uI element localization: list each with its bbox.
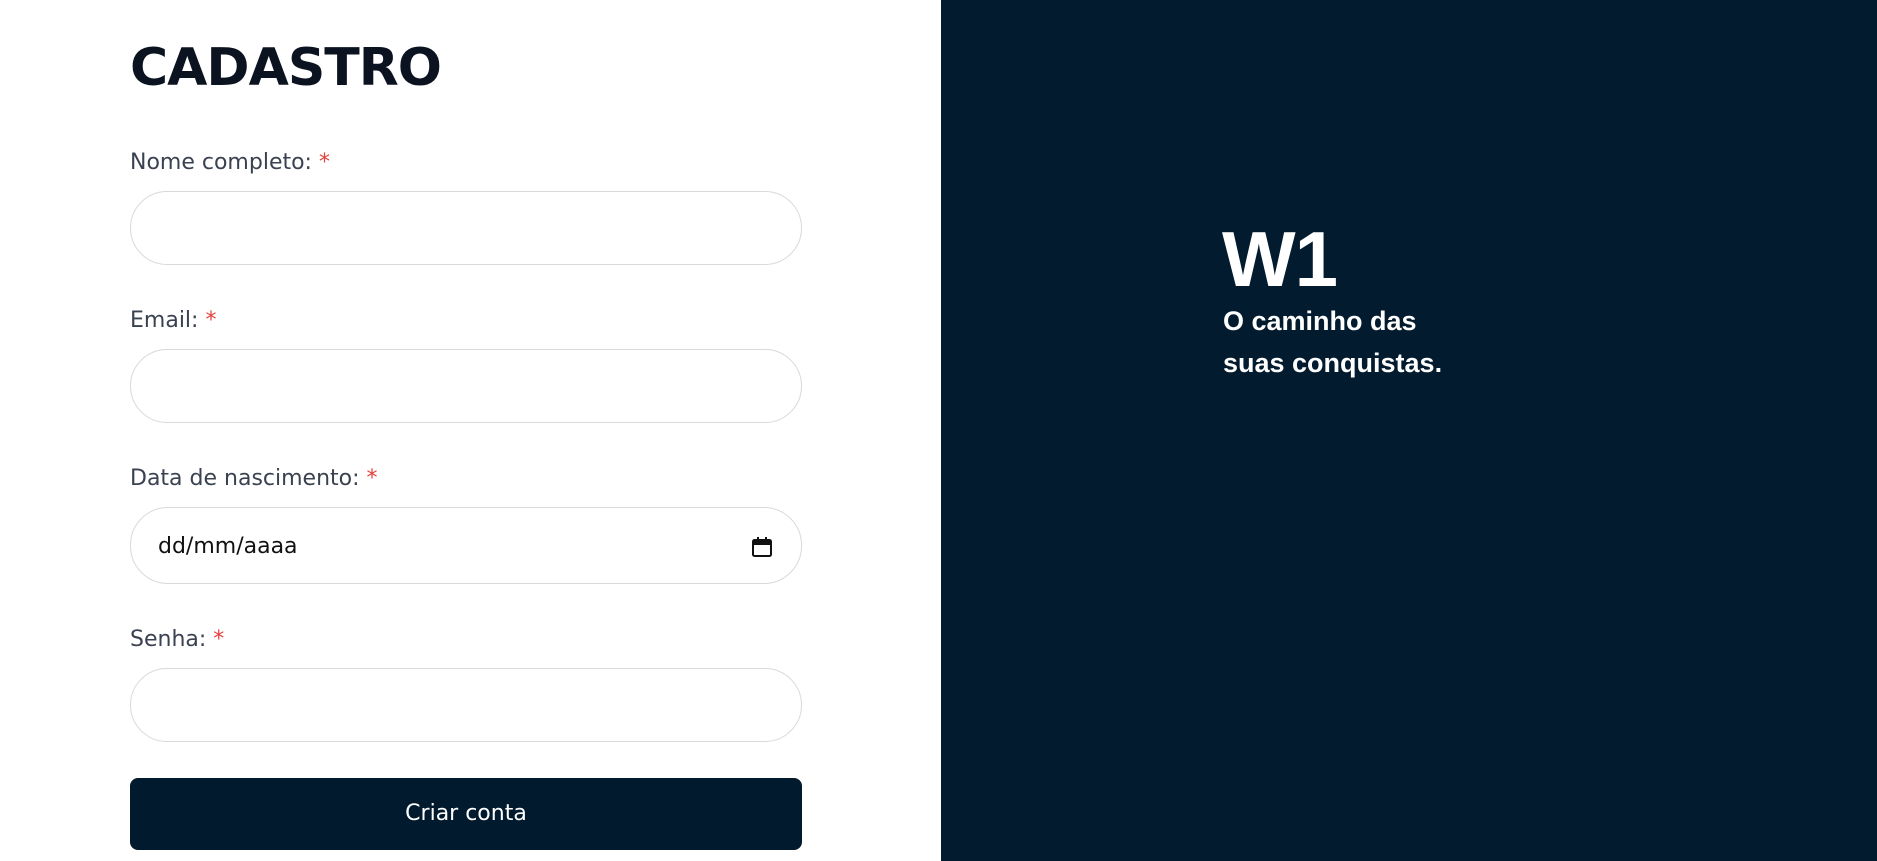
brand-panel: W1 O caminho das suas conquistas.: [941, 0, 1877, 861]
required-marker: *: [318, 150, 330, 175]
page-title: CADASTRO: [130, 38, 442, 98]
brand-tagline-line1: O caminho das: [1223, 306, 1417, 336]
email-input[interactable]: [130, 349, 802, 423]
required-marker: *: [366, 466, 378, 491]
calendar-icon[interactable]: [751, 536, 773, 558]
birth-date-label: Data de nascimento: *: [130, 465, 378, 493]
email-label-text: Email:: [130, 308, 199, 333]
brand-tagline: O caminho das suas conquistas.: [1223, 300, 1523, 384]
required-marker: *: [213, 627, 225, 652]
full-name-label: Nome completo: *: [130, 149, 330, 177]
full-name-input[interactable]: [130, 191, 802, 265]
brand-logo: W1: [1222, 215, 1338, 303]
birth-date-label-text: Data de nascimento:: [130, 466, 360, 491]
password-label: Senha: *: [130, 626, 224, 654]
required-marker: *: [205, 308, 217, 333]
full-name-label-text: Nome completo:: [130, 150, 312, 175]
birth-date-input[interactable]: dd/mm/aaaa: [130, 507, 802, 584]
password-input[interactable]: [130, 668, 802, 742]
password-label-text: Senha:: [130, 627, 207, 652]
signup-form-panel: CADASTRO Nome completo: * Email: * Data …: [0, 0, 941, 861]
email-label: Email: *: [130, 307, 216, 335]
create-account-button[interactable]: Criar conta: [130, 778, 802, 850]
brand-tagline-line2: suas conquistas.: [1223, 348, 1443, 378]
birth-date-value: dd/mm/aaaa: [158, 534, 298, 559]
